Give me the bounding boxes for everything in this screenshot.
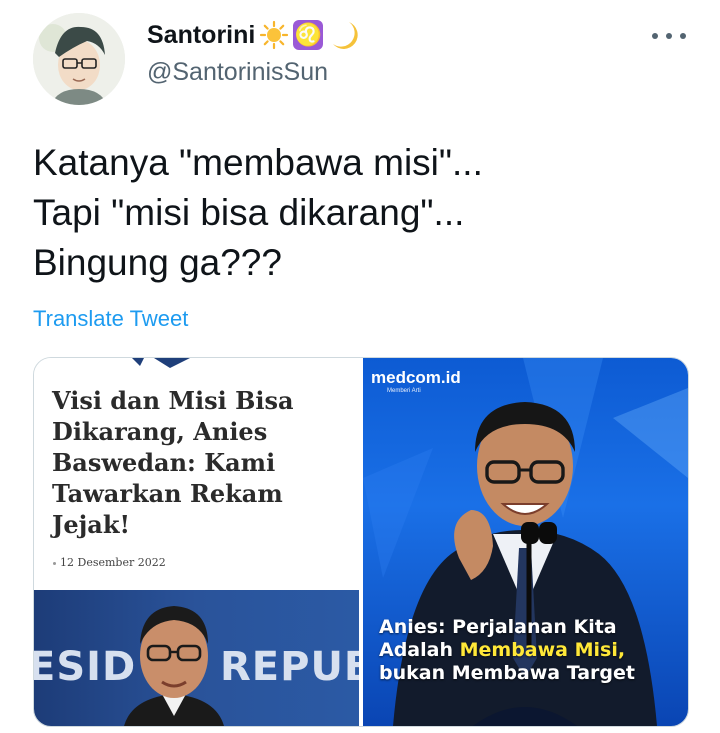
video-still[interactable]: medcom.id Memberi Arti Anies: Perjalanan… bbox=[363, 358, 688, 726]
caption-line: bukan Membawa Target bbox=[379, 662, 635, 684]
translate-tweet-link[interactable]: Translate Tweet bbox=[33, 306, 188, 332]
medcom-tagline: Memberi Arti bbox=[387, 388, 421, 394]
author-name[interactable]: Santorini ♌ bbox=[147, 18, 361, 52]
medcom-logo: medcom.id bbox=[371, 368, 461, 387]
tweet-line: Bingung ga??? bbox=[33, 242, 282, 283]
tweet-line: Katanya "membawa misi"... bbox=[33, 142, 483, 183]
leo-emoji: ♌ bbox=[293, 20, 324, 50]
sun-emoji bbox=[259, 20, 289, 50]
caption-line: Anies: Perjalanan Kita bbox=[379, 616, 617, 638]
video-caption: Anies: Perjalanan Kita Adalah Membawa Mi… bbox=[379, 616, 635, 685]
date-bullet bbox=[53, 562, 56, 565]
more-horizontal-icon bbox=[652, 33, 658, 39]
tweet-media[interactable]: Visi dan Misi Bisa Dikarang, Anies Baswe… bbox=[33, 357, 689, 727]
article-screenshot[interactable]: Visi dan Misi Bisa Dikarang, Anies Baswe… bbox=[34, 358, 359, 726]
more-options-button[interactable] bbox=[652, 24, 686, 48]
display-name[interactable]: Santorini bbox=[147, 21, 255, 50]
backdrop-text-right: REPUBL bbox=[220, 644, 359, 690]
avatar[interactable] bbox=[33, 13, 125, 105]
article-photo: ESID REPUBL bbox=[34, 590, 359, 726]
article-date: 12 Desember 2022 bbox=[60, 556, 166, 569]
article-headline: Visi dan Misi Bisa Dikarang, Anies Baswe… bbox=[52, 386, 294, 539]
tweet-text: Katanya "membawa misi"... Tapi "misi bis… bbox=[33, 138, 483, 288]
crescent-moon-emoji bbox=[327, 18, 361, 52]
person-illustration bbox=[124, 606, 224, 726]
caption-line: Adalah Membawa Misi, bbox=[379, 639, 635, 662]
caption-text: Adalah bbox=[379, 639, 460, 661]
caption-highlight: Membawa Misi, bbox=[459, 639, 626, 661]
logo-fragment-icon bbox=[132, 358, 190, 368]
author-handle[interactable]: @SantorinisSun bbox=[147, 58, 328, 87]
tweet-line: Tapi "misi bisa dikarang"... bbox=[33, 192, 465, 233]
